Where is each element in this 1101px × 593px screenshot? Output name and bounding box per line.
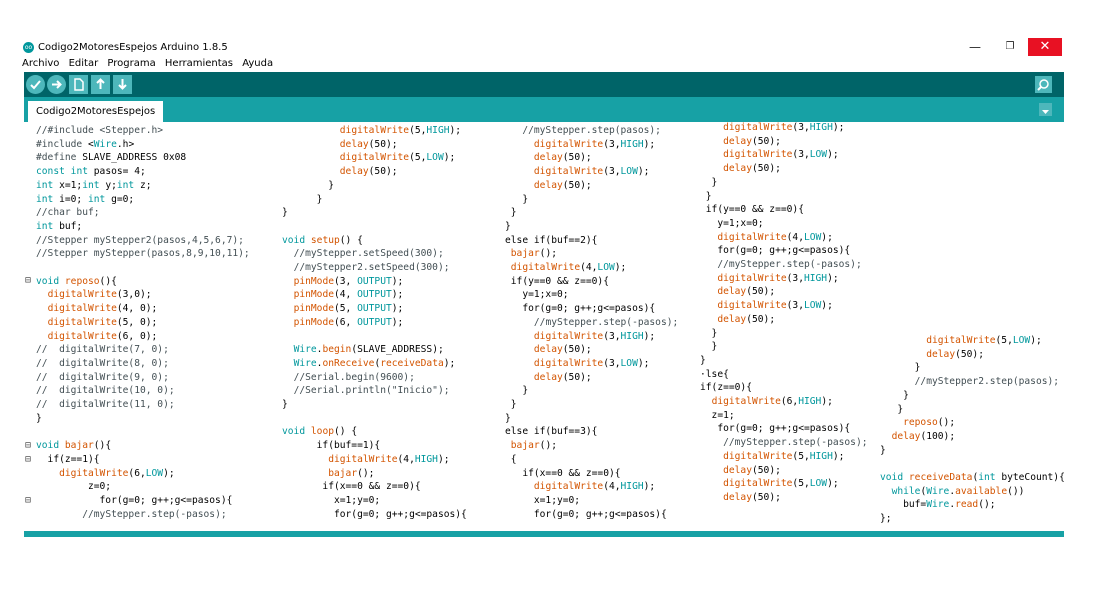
code-column-1[interactable]: //#include <Stepper.h> #include <Wire.h>…	[36, 124, 250, 521]
open-button[interactable]	[91, 75, 110, 94]
menu-programa[interactable]: Programa	[107, 58, 155, 69]
chevron-down-icon	[1042, 110, 1049, 114]
toolbar	[24, 72, 1064, 97]
fold-marker[interactable]: ⊟	[25, 495, 31, 506]
menu-editar[interactable]: Editar	[69, 58, 99, 69]
code-column-2[interactable]: digitalWrite(5,HIGH); delay(50); digital…	[282, 124, 467, 521]
code-column-4[interactable]: digitalWrite(3,HIGH); delay(50); digital…	[700, 121, 868, 505]
arduino-logo-icon: oo	[23, 42, 34, 53]
serial-monitor-button[interactable]	[1035, 76, 1052, 93]
verify-icon	[30, 80, 41, 90]
menu-archivo[interactable]: Archivo	[22, 58, 59, 69]
code-column-3[interactable]: //myStepper.step(pasos); digitalWrite(3,…	[505, 124, 678, 521]
fold-marker[interactable]: ⊟	[25, 440, 31, 451]
save-icon	[118, 79, 127, 90]
menu-bar: Archivo Editar Programa Herramientas Ayu…	[22, 58, 279, 72]
fold-marker[interactable]: ⊟	[25, 454, 31, 465]
minimize-button[interactable]: —	[963, 38, 987, 56]
fold-marker[interactable]: ⊟	[25, 275, 31, 286]
tab-bar: Codigo2MotoresEspejos	[24, 97, 1064, 122]
tab-codigo2motoresespejos[interactable]: Codigo2MotoresEspejos	[28, 101, 164, 122]
upload-button[interactable]	[47, 75, 66, 94]
upload-icon	[52, 80, 62, 89]
magnifier-icon	[1037, 79, 1049, 91]
close-button[interactable]: ✕	[1028, 38, 1062, 56]
verify-button[interactable]	[26, 75, 45, 94]
code-column-5[interactable]: digitalWrite(5,LOW); delay(50); } //mySt…	[880, 334, 1065, 526]
maximize-button[interactable]: ❐	[998, 38, 1022, 56]
window-title: Codigo2MotoresEspejos Arduino 1.8.5	[38, 42, 228, 53]
new-button[interactable]	[69, 75, 88, 94]
new-icon	[74, 78, 84, 91]
status-bar	[24, 531, 1064, 537]
tab-menu-button[interactable]	[1039, 103, 1052, 116]
menu-herramientas[interactable]: Herramientas	[165, 58, 233, 69]
open-icon	[96, 78, 105, 89]
menu-ayuda[interactable]: Ayuda	[242, 58, 273, 69]
save-button[interactable]	[113, 75, 132, 94]
